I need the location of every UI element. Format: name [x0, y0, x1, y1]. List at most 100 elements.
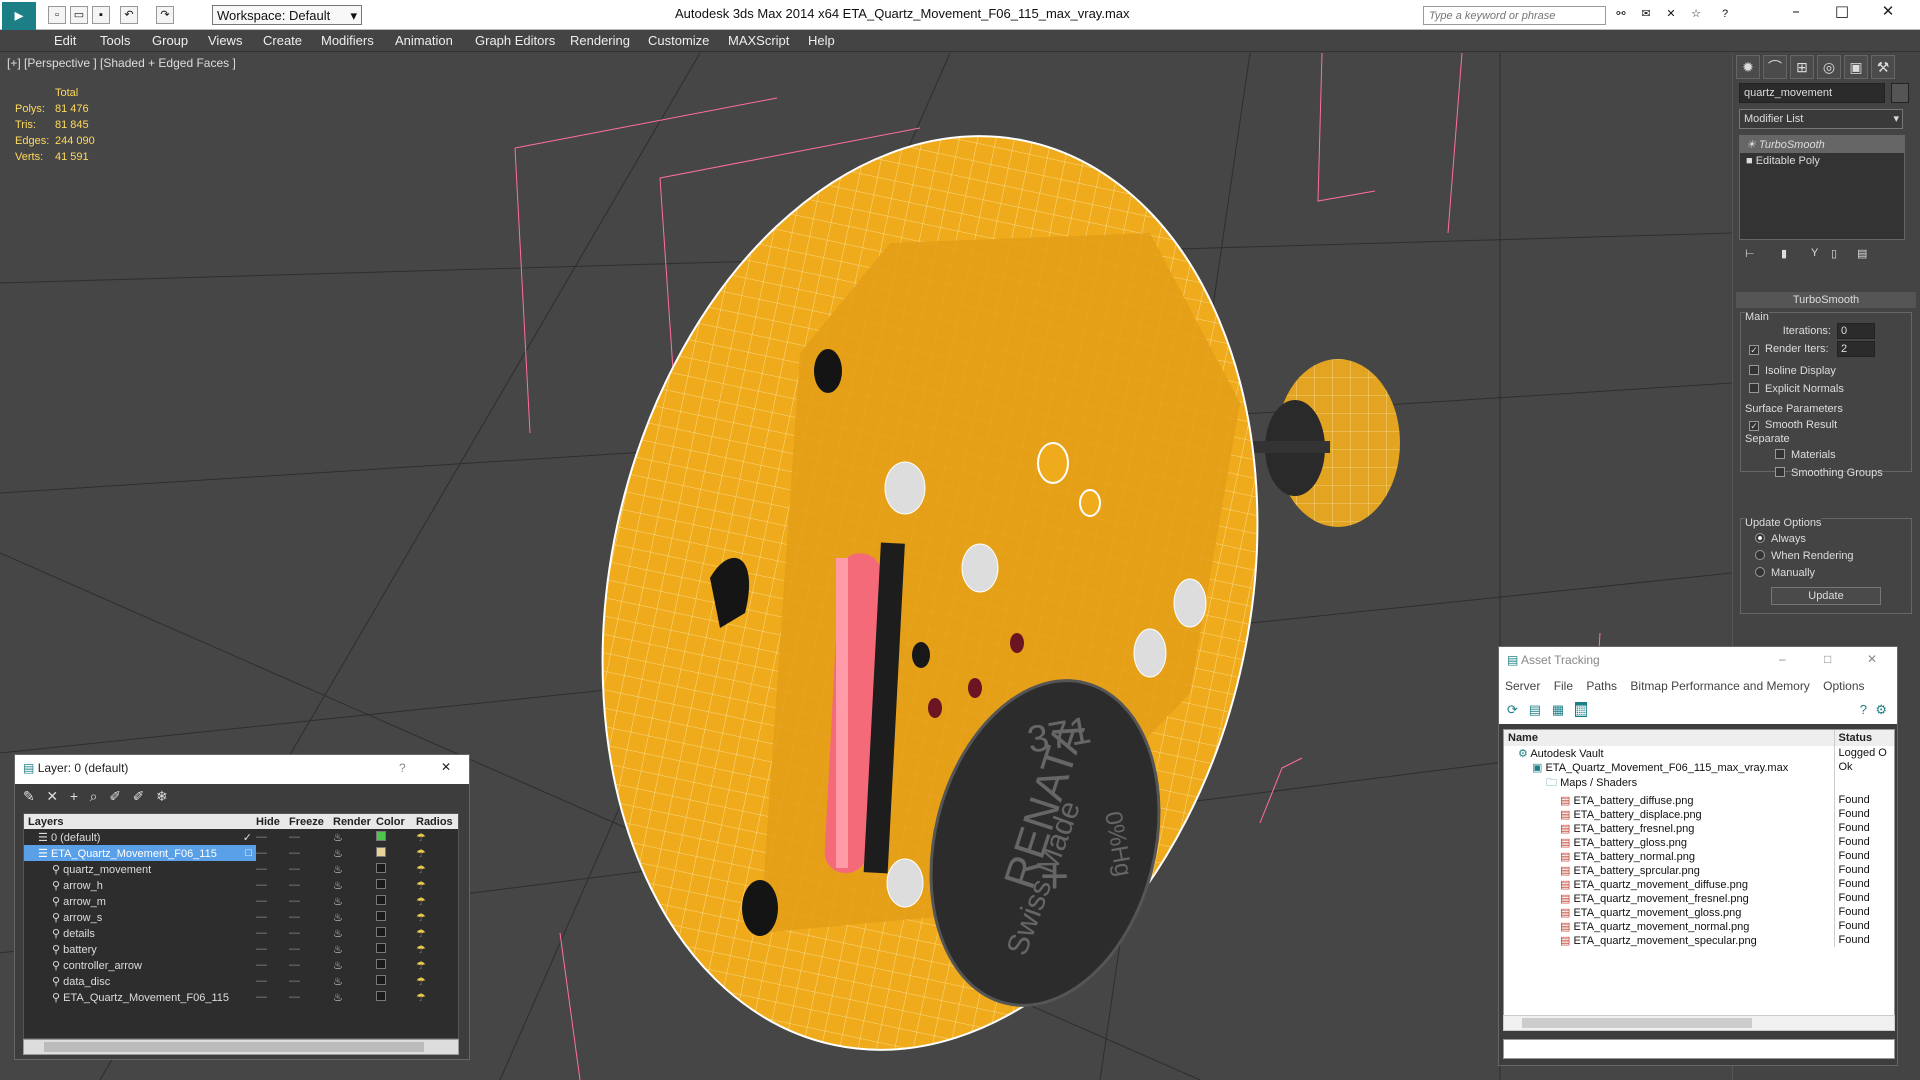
app-logo-icon[interactable]: ▸ — [2, 2, 36, 30]
remove-modifier-icon[interactable]: ▯ — [1831, 247, 1837, 260]
new-file-icon[interactable]: ▫ — [48, 6, 66, 24]
menu-rendering[interactable]: Rendering — [570, 33, 630, 48]
render-teapot-icon[interactable]: ♨ — [333, 845, 376, 861]
binoculars-icon[interactable]: ⚯ — [1612, 6, 1630, 24]
hide-toggle[interactable]: — — [256, 989, 289, 1005]
asset-row[interactable]: ▤ ETA_battery_normal.png Found — [1504, 849, 1894, 863]
create-tab-icon[interactable]: ✹ — [1736, 55, 1760, 79]
layer-color-swatch[interactable] — [376, 861, 416, 877]
asset-name-cell[interactable]: ⚙ Autodesk Vault — [1504, 746, 1835, 760]
when-rendering-radio[interactable]: When Rendering — [1755, 550, 1854, 562]
asset-name-cell[interactable]: 🗀 Maps / Shaders — [1504, 774, 1835, 793]
open-file-icon[interactable]: ▭ — [70, 6, 88, 24]
hide-toggle[interactable]: — — [256, 893, 289, 909]
smooth-result-checkbox[interactable]: ✓ Smooth Result — [1749, 419, 1837, 431]
col-freeze[interactable]: Freeze — [289, 814, 333, 829]
radiosity-icon[interactable]: ☂ — [416, 925, 458, 941]
hierarchy-tab-icon[interactable]: ⊞ — [1790, 55, 1814, 79]
add-selection-icon[interactable]: + — [70, 788, 78, 804]
hide-toggle[interactable]: — — [256, 829, 289, 845]
layer-color-swatch[interactable] — [376, 893, 416, 909]
render-teapot-icon[interactable]: ♨ — [333, 925, 376, 941]
menu-graph-editors[interactable]: Graph Editors — [475, 33, 555, 48]
menu-modifiers[interactable]: Modifiers — [321, 33, 374, 48]
asset-name-cell[interactable]: ▤ ETA_battery_gloss.png — [1504, 835, 1835, 849]
close-icon[interactable]: ✕ — [1868, 2, 1908, 26]
radiosity-icon[interactable]: ☂ — [416, 893, 458, 909]
show-end-result-icon[interactable]: ▮ — [1781, 247, 1787, 260]
rollout-title[interactable]: TurboSmooth — [1736, 292, 1916, 308]
asset-name-cell[interactable]: ▤ ETA_quartz_movement_specular.png — [1504, 933, 1835, 947]
asset-menu-file[interactable]: File — [1554, 679, 1573, 693]
asset-row[interactable]: ▤ ETA_quartz_movement_fresnel.png Found — [1504, 891, 1894, 905]
freeze-toggle[interactable]: — — [289, 877, 333, 893]
asset-row[interactable]: ▤ ETA_quartz_movement_specular.png Found — [1504, 933, 1894, 947]
list-view-icon[interactable]: ▤ — [1529, 702, 1541, 717]
asset-row[interactable]: ⚙ Autodesk Vault Logged O — [1504, 746, 1894, 760]
always-radio[interactable]: Always — [1755, 533, 1806, 545]
layer-row[interactable]: ⚲ arrow_m — — ♨ ☂ — [24, 893, 458, 909]
table-view-icon[interactable]: ▦ — [1575, 702, 1588, 717]
freeze-toggle[interactable]: — — [289, 925, 333, 941]
asset-row[interactable]: ▤ ETA_quartz_movement_normal.png Found — [1504, 919, 1894, 933]
asset-row[interactable]: ▤ ETA_quartz_movement_diffuse.png Found — [1504, 877, 1894, 891]
layer-color-swatch[interactable] — [376, 829, 416, 845]
freeze-all-icon[interactable]: ❄ — [156, 788, 168, 804]
render-teapot-icon[interactable]: ♨ — [333, 829, 376, 845]
layer-name-cell[interactable]: ⚲ data_disc — [24, 973, 256, 989]
layer-name-cell[interactable]: ⚲ ETA_Quartz_Movement_F06_115 — [24, 989, 256, 1005]
stack-item-editable-poly[interactable]: ■ Editable Poly — [1740, 153, 1904, 169]
layer-row[interactable]: ⚲ battery — — ♨ ☂ — [24, 941, 458, 957]
asset-close-icon[interactable]: ✕ — [1867, 652, 1877, 666]
select-objects-icon[interactable]: ⌕ — [90, 788, 98, 804]
freeze-toggle[interactable]: — — [289, 909, 333, 925]
communication-icon[interactable]: ✉ — [1637, 6, 1655, 24]
render-iters-spinner[interactable]: 2 — [1837, 341, 1875, 357]
scrollbar-thumb[interactable] — [44, 1042, 424, 1052]
tree-view-icon[interactable]: ▦ — [1552, 702, 1564, 717]
asset-row[interactable]: ▤ ETA_battery_sprcular.png Found — [1504, 863, 1894, 877]
render-teapot-icon[interactable]: ♨ — [333, 973, 376, 989]
asset-settings-icon[interactable]: ⚙ — [1875, 702, 1887, 718]
layer-row[interactable]: ⚲ arrow_h — — ♨ ☂ — [24, 877, 458, 893]
hide-toggle[interactable]: — — [256, 909, 289, 925]
asset-menu-server[interactable]: Server — [1505, 679, 1540, 693]
configure-sets-icon[interactable]: ▤ — [1857, 247, 1867, 260]
undo-icon[interactable]: ↶ — [120, 6, 138, 24]
asset-name-cell[interactable]: ▤ ETA_quartz_movement_diffuse.png — [1504, 877, 1835, 891]
asset-menu-options[interactable]: Options — [1823, 679, 1864, 693]
radiosity-icon[interactable]: ☂ — [416, 877, 458, 893]
asset-name-cell[interactable]: ▤ ETA_quartz_movement_gloss.png — [1504, 905, 1835, 919]
asset-horizontal-scrollbar[interactable] — [1503, 1015, 1895, 1031]
render-teapot-icon[interactable]: ♨ — [333, 893, 376, 909]
asset-name-cell[interactable]: ▤ ETA_battery_fresnel.png — [1504, 821, 1835, 835]
menu-group[interactable]: Group — [152, 33, 188, 48]
render-teapot-icon[interactable]: ♨ — [333, 861, 376, 877]
asset-maximize-icon[interactable]: □ — [1824, 652, 1831, 666]
layer-name-cell[interactable]: ⚲ details — [24, 925, 256, 941]
layer-checkbox-icon[interactable]: □ — [245, 847, 252, 859]
freeze-toggle[interactable]: — — [289, 973, 333, 989]
render-teapot-icon[interactable]: ♨ — [333, 957, 376, 973]
asset-row[interactable]: ▤ ETA_battery_gloss.png Found — [1504, 835, 1894, 849]
asset-row[interactable]: ▣ ETA_Quartz_Movement_F06_115_max_vray.m… — [1504, 760, 1894, 774]
asset-menu-bitmap[interactable]: Bitmap Performance and Memory — [1630, 679, 1809, 693]
menu-tools[interactable]: Tools — [100, 33, 130, 48]
layer-row[interactable]: ☰ ETA_Quartz_Movement_F06_115 □ — — ♨ ☂ — [24, 845, 458, 861]
asset-name-cell[interactable]: ▣ ETA_Quartz_Movement_F06_115_max_vray.m… — [1504, 760, 1835, 774]
freeze-toggle[interactable]: — — [289, 829, 333, 845]
layer-row[interactable]: ⚲ quartz_movement — — ♨ ☂ — [24, 861, 458, 877]
workspace-dropdown[interactable]: Workspace: Default ▾ — [212, 5, 362, 25]
update-button[interactable]: Update — [1771, 587, 1881, 605]
display-tab-icon[interactable]: ▣ — [1844, 55, 1868, 79]
asset-row[interactable]: 🗀 Maps / Shaders — [1504, 774, 1894, 793]
layer-color-swatch[interactable] — [376, 877, 416, 893]
highlight-layer-icon[interactable]: ✐ — [109, 788, 121, 804]
minimize-icon[interactable]: – — [1776, 2, 1816, 26]
search-input[interactable] — [1423, 6, 1606, 25]
redo-icon[interactable]: ↷ — [156, 6, 174, 24]
col-radios[interactable]: Radios — [416, 814, 458, 829]
col-name[interactable]: Name — [1504, 730, 1835, 746]
asset-help-icon[interactable]: ? — [1860, 702, 1867, 717]
exchange-icon[interactable]: ✕ — [1662, 6, 1680, 24]
